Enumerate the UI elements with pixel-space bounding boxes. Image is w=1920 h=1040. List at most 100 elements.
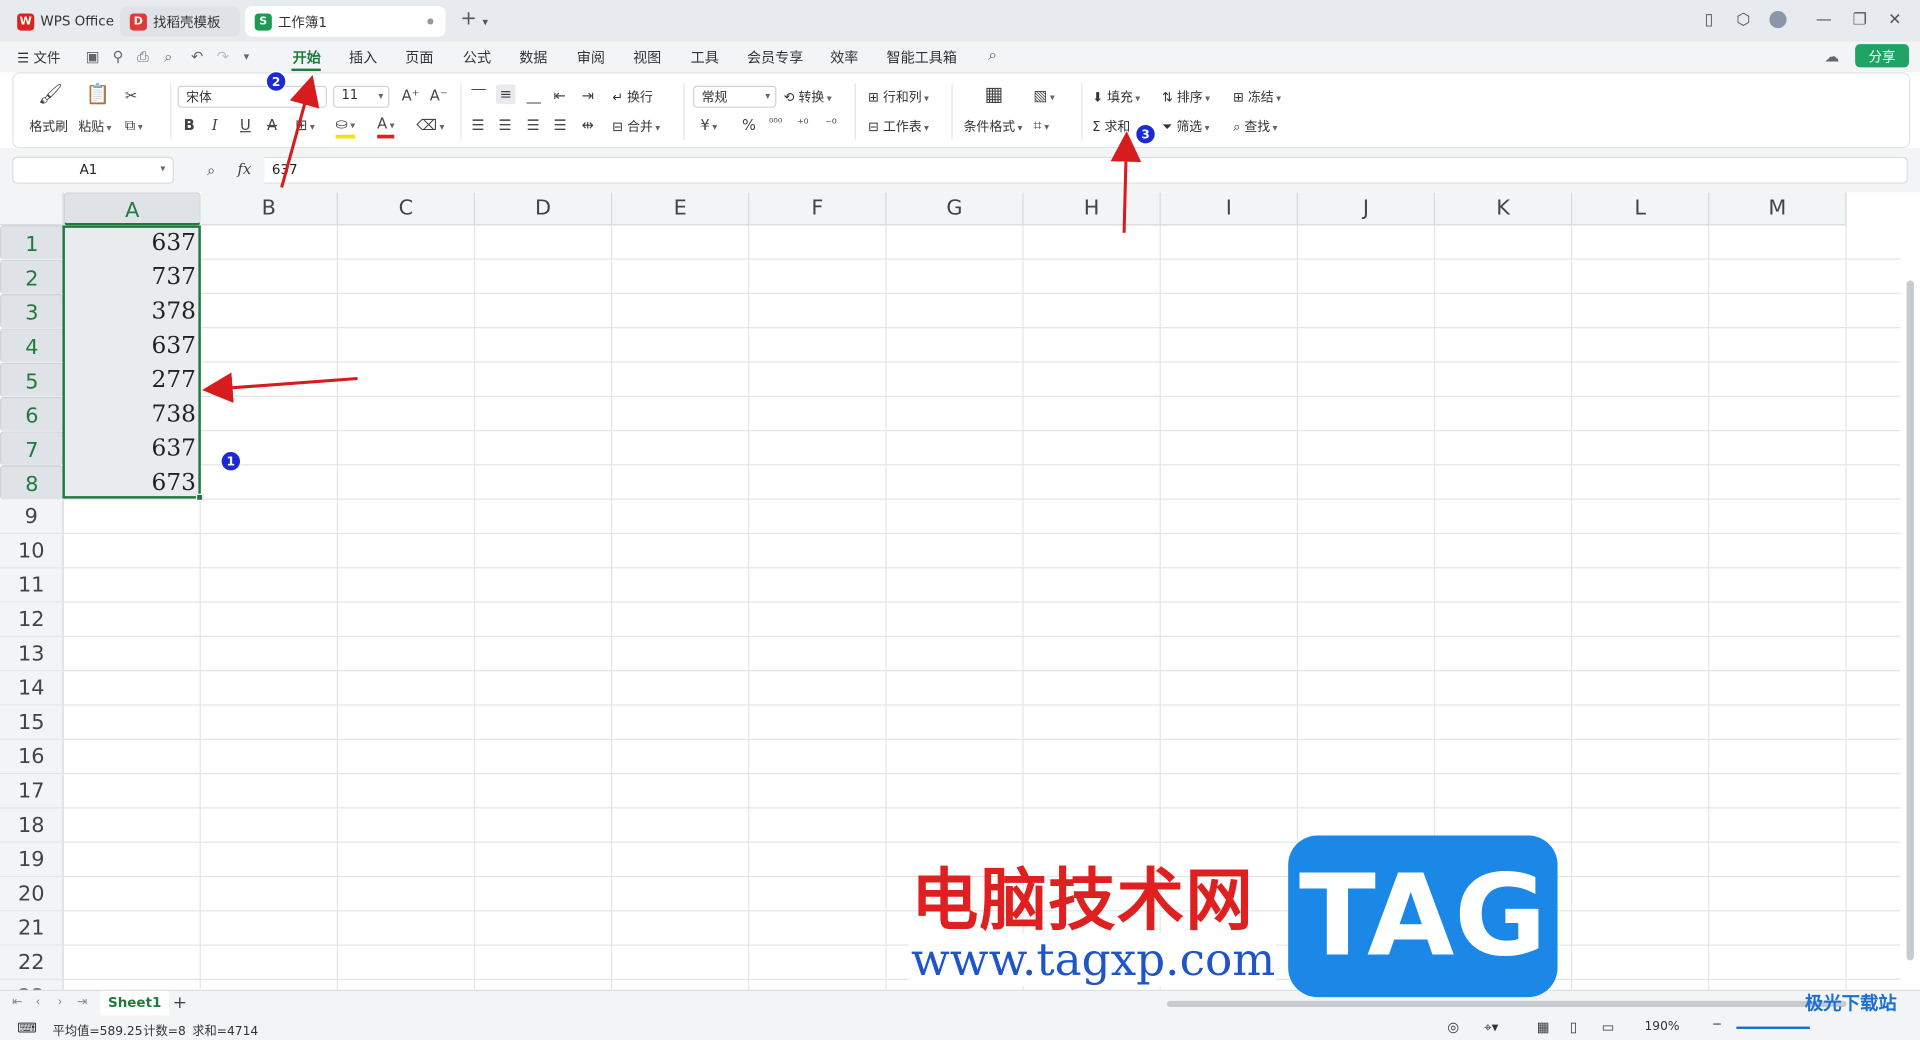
convert-button[interactable]: ⟲ 转换 ▾ bbox=[784, 88, 832, 106]
merge-button[interactable]: ⊟ 合并 ▾ bbox=[612, 118, 660, 136]
eye-protect-icon[interactable]: ◎ bbox=[1447, 1019, 1459, 1035]
border-icon[interactable]: ⊞ ▾ bbox=[295, 116, 315, 136]
increase-decimal-icon[interactable]: ⁺⁰ bbox=[797, 116, 808, 133]
filter-button[interactable]: ⏷ 筛选 ▾ bbox=[1162, 118, 1209, 136]
column-header-f[interactable]: F bbox=[749, 192, 887, 226]
column-header-e[interactable]: E bbox=[612, 192, 750, 226]
last-sheet-icon[interactable]: ⇥ bbox=[77, 995, 87, 1012]
row-header-18[interactable]: 18 bbox=[0, 808, 64, 843]
menu-item-tools[interactable]: 工具 bbox=[691, 48, 719, 68]
menu-item-view[interactable]: 视图 bbox=[633, 48, 661, 68]
row-header-5[interactable]: 5 bbox=[0, 362, 64, 397]
font-color-icon[interactable]: A ▾ bbox=[377, 115, 395, 139]
tab-template[interactable]: D 找稻壳模板 bbox=[120, 6, 241, 37]
vertical-scrollbar[interactable] bbox=[1900, 225, 1920, 990]
formula-input[interactable]: 637 bbox=[264, 156, 1908, 184]
select-all-corner[interactable] bbox=[0, 192, 64, 226]
macro-icon[interactable]: ⌨ bbox=[17, 1020, 36, 1036]
decrease-decimal-icon[interactable]: ⁻⁰ bbox=[825, 116, 836, 133]
row-header-7[interactable]: 7 bbox=[0, 431, 64, 466]
cube-icon[interactable]: ⬡ bbox=[1736, 11, 1750, 31]
paste-icon[interactable]: 📋 bbox=[86, 84, 110, 104]
font-name-select[interactable]: 宋体 bbox=[177, 85, 327, 108]
layout-icon[interactable]: ▯ bbox=[1705, 11, 1714, 31]
redo-icon[interactable]: ↷ bbox=[217, 48, 229, 65]
align-center-icon[interactable]: ☰ bbox=[498, 116, 511, 133]
format-painter-button[interactable]: 格式刷 bbox=[29, 118, 68, 136]
row-header-13[interactable]: 13 bbox=[0, 637, 64, 672]
row-header-2[interactable]: 2 bbox=[0, 259, 64, 294]
column-header-d[interactable]: D bbox=[475, 192, 613, 226]
align-bottom-icon[interactable]: ⎽ bbox=[527, 87, 542, 104]
indent-increase-icon[interactable]: ⇥ bbox=[582, 87, 594, 104]
prev-sheet-icon[interactable]: ‹ bbox=[36, 995, 41, 1012]
format-painter-icon[interactable]: 🖌 bbox=[38, 84, 63, 104]
column-header-c[interactable]: C bbox=[337, 192, 476, 226]
freeze-button[interactable]: ⊞ 冻结 ▾ bbox=[1233, 88, 1281, 106]
copy-icon[interactable]: ⧉ ▾ bbox=[125, 116, 143, 136]
column-header-g[interactable]: G bbox=[886, 192, 1024, 226]
horizontal-scrollbar[interactable] bbox=[1166, 1000, 1847, 1007]
align-left-icon[interactable]: ☰ bbox=[471, 116, 484, 133]
conditional-format-icon[interactable]: ▦ bbox=[984, 84, 1003, 104]
row-header-10[interactable]: 10 bbox=[0, 534, 64, 569]
restore-icon[interactable]: ❐ bbox=[1853, 11, 1867, 31]
menu-item-review[interactable]: 审阅 bbox=[577, 48, 605, 68]
grow-font-icon[interactable]: A⁺ bbox=[402, 87, 420, 104]
zoom-out-icon[interactable]: − bbox=[1712, 1018, 1722, 1031]
menu-item-member[interactable]: 会员专享 bbox=[747, 48, 803, 68]
menu-item-formula[interactable]: 公式 bbox=[463, 48, 491, 68]
row-header-21[interactable]: 21 bbox=[0, 911, 64, 946]
row-header-6[interactable]: 6 bbox=[0, 396, 64, 432]
row-header-3[interactable]: 3 bbox=[0, 294, 64, 329]
number-format-select[interactable]: 常规 ▾ bbox=[693, 85, 777, 108]
fx-button[interactable]: fx bbox=[238, 160, 252, 177]
file-menu[interactable]: ☰ 文件 bbox=[17, 48, 60, 68]
add-sheet-button[interactable]: + bbox=[173, 995, 187, 1012]
justify-icon[interactable]: ☰ bbox=[553, 116, 566, 133]
close-icon[interactable]: ✕ bbox=[1888, 11, 1901, 31]
font-size-select[interactable]: 11 ▾ bbox=[333, 85, 390, 108]
minimize-icon[interactable]: — bbox=[1816, 11, 1832, 31]
underline-button[interactable]: U bbox=[240, 116, 251, 133]
row-header-20[interactable]: 20 bbox=[0, 877, 64, 912]
clear-format-icon[interactable]: ⌫ ▾ bbox=[416, 116, 444, 136]
name-box[interactable]: A1 ▾ bbox=[12, 156, 174, 184]
avatar[interactable] bbox=[1769, 11, 1787, 29]
preview-icon[interactable]: ⌕ bbox=[164, 48, 172, 66]
search-icon[interactable]: ⌕ bbox=[988, 47, 997, 65]
align-middle-icon[interactable]: ≡ bbox=[495, 84, 516, 105]
normal-view-icon[interactable]: ▦ bbox=[1537, 1019, 1550, 1035]
column-header-h[interactable]: H bbox=[1023, 192, 1161, 226]
first-sheet-icon[interactable]: ⇤ bbox=[12, 995, 22, 1012]
column-header-b[interactable]: B bbox=[200, 192, 338, 226]
worksheet-button[interactable]: ⊟ 工作表 ▾ bbox=[868, 118, 929, 136]
row-header-23[interactable]: 23 bbox=[0, 980, 64, 990]
shrink-font-icon[interactable]: A⁻ bbox=[430, 87, 448, 104]
print-icon[interactable]: ⎙ bbox=[137, 48, 149, 66]
rows-cols-button[interactable]: ⊞ 行和列 ▾ bbox=[868, 88, 929, 106]
more-chevron-icon[interactable]: ▾ bbox=[244, 51, 250, 63]
zoom-slider[interactable] bbox=[1736, 1026, 1810, 1029]
sum-button[interactable]: Σ 求和 bbox=[1092, 118, 1130, 136]
column-header-a[interactable]: A bbox=[63, 192, 201, 226]
bold-button[interactable]: B bbox=[184, 116, 195, 133]
tab-workbook[interactable]: S 工作簿1 bbox=[244, 6, 446, 37]
fill-button[interactable]: ⬇ 填充 ▾ bbox=[1092, 88, 1140, 106]
menu-item-insert[interactable]: 插入 bbox=[349, 48, 377, 68]
row-header-15[interactable]: 15 bbox=[0, 705, 64, 740]
row-header-14[interactable]: 14 bbox=[0, 671, 64, 706]
percent-button[interactable]: % bbox=[742, 116, 756, 133]
thousands-icon[interactable]: ⁰⁰⁰ bbox=[769, 115, 782, 132]
zoom-formula-icon[interactable]: ⌕ bbox=[207, 162, 215, 179]
row-header-9[interactable]: 9 bbox=[0, 499, 64, 535]
align-right-icon[interactable]: ☰ bbox=[527, 116, 540, 133]
tab-wps-office[interactable]: W WPS Office bbox=[7, 6, 115, 37]
indent-decrease-icon[interactable]: ⇤ bbox=[553, 87, 565, 104]
cut-icon[interactable]: ✂ bbox=[125, 87, 137, 104]
wrap-text-button[interactable]: ↵ 换行 bbox=[612, 88, 653, 106]
column-header-i[interactable]: I bbox=[1160, 192, 1298, 226]
next-sheet-icon[interactable]: › bbox=[58, 995, 63, 1012]
align-top-icon[interactable]: ⎺ bbox=[471, 87, 486, 104]
paste-button[interactable]: 粘贴 ▾ bbox=[78, 118, 111, 136]
